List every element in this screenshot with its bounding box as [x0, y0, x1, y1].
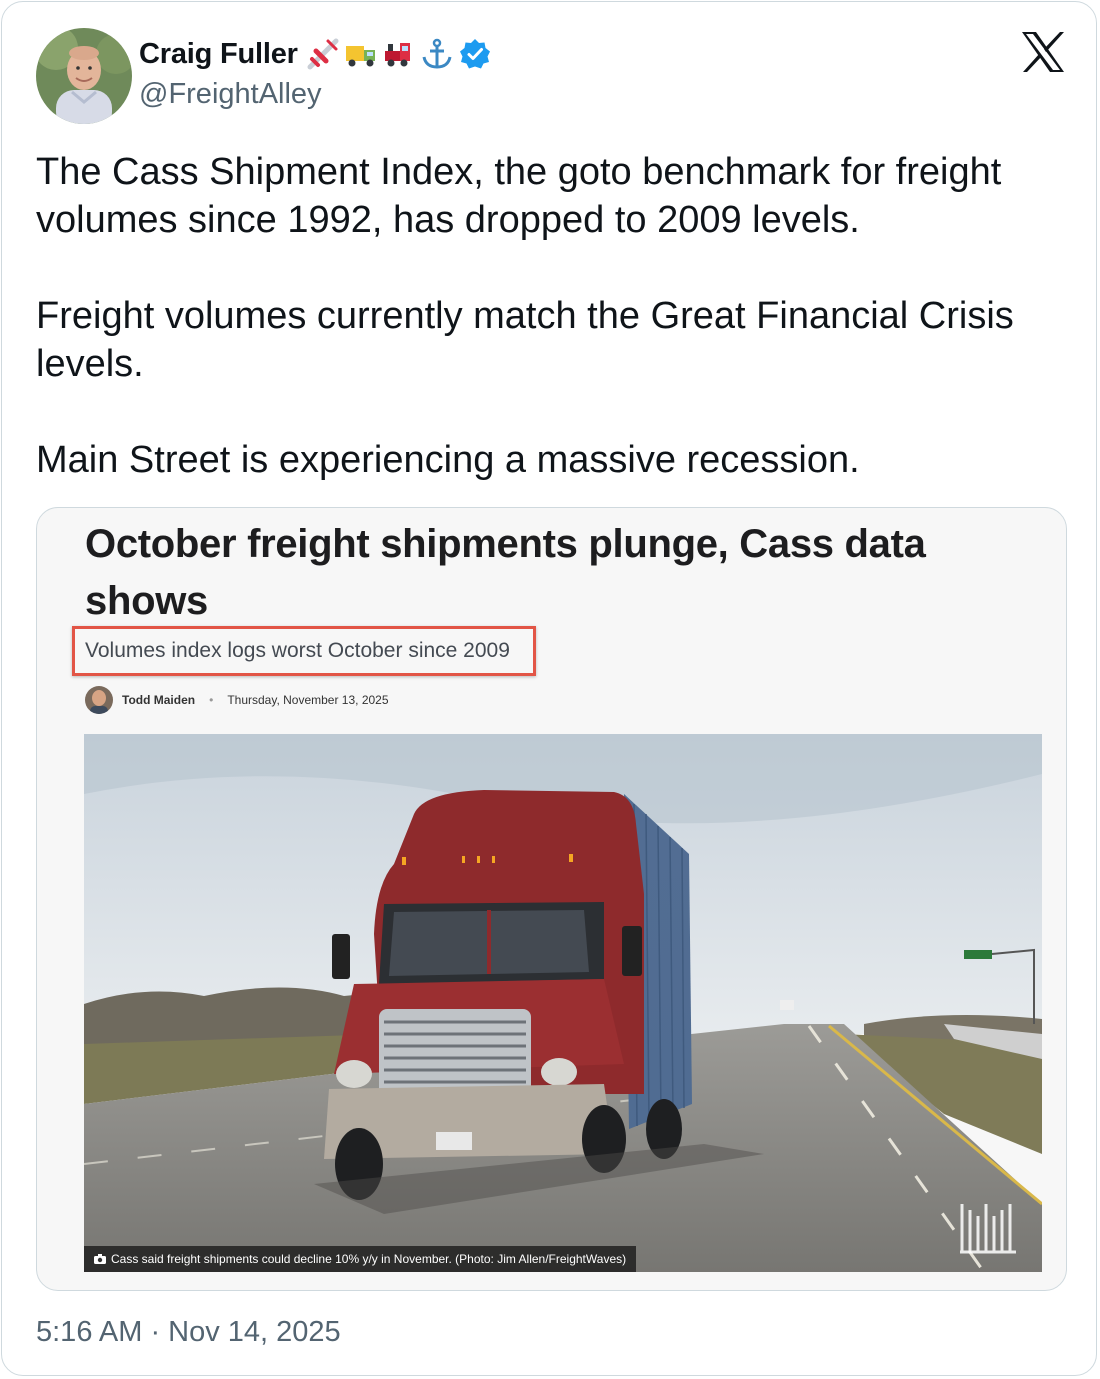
tweet-paragraph: Freight volumes currently match the Grea…	[36, 295, 1014, 385]
article-subheadline: Volumes index logs worst October since 2…	[85, 639, 510, 662]
photo-caption: Cass said freight shipments could declin…	[84, 1246, 637, 1272]
author-avatar[interactable]	[36, 28, 132, 124]
anchor-icon	[422, 38, 452, 69]
tweet-paragraph: Main Street is experiencing a massive re…	[36, 439, 860, 481]
article-author-avatar	[85, 686, 113, 714]
article-author: Todd Maiden	[122, 693, 196, 707]
tweet-card: Craig Fuller @FreightAlley The Cass Ship…	[1, 1, 1097, 1376]
author-name-row: Craig Fuller	[139, 34, 492, 74]
locomotive-icon	[384, 43, 410, 67]
tweet-paragraph: The Cass Shipment Index, the goto benchm…	[36, 151, 1002, 241]
article-date: Thursday, November 13, 2025	[227, 693, 389, 707]
x-logo-icon[interactable]	[1020, 31, 1066, 73]
article-byline: Todd Maiden • Thursday, November 13, 202…	[85, 686, 389, 714]
verified-badge-icon[interactable]	[458, 37, 492, 71]
byline-separator: •	[209, 693, 214, 707]
display-name[interactable]: Craig Fuller	[139, 38, 298, 71]
name-emojis	[306, 37, 454, 71]
airplane-icon	[307, 38, 339, 70]
highlighted-subheadline: Volumes index logs worst October since 2…	[72, 626, 536, 676]
tweet-text: The Cass Shipment Index, the goto benchm…	[36, 148, 1076, 484]
author-handle[interactable]: @FreightAlley	[139, 78, 322, 111]
article-headline: October freight shipments plunge, Cass d…	[85, 522, 926, 623]
tweet-timestamp[interactable]: 5:16 AM · Nov 14, 2025	[36, 1316, 341, 1349]
attached-image[interactable]: October freight shipments plunge, Cass d…	[36, 507, 1067, 1291]
camera-icon	[94, 1254, 106, 1264]
article-photo: Cass said freight shipments could declin…	[84, 734, 1042, 1272]
photo-caption-text: Cass said freight shipments could declin…	[111, 1252, 627, 1266]
truck-icon	[345, 46, 375, 67]
freightwaves-watermark-icon	[960, 1204, 1016, 1254]
